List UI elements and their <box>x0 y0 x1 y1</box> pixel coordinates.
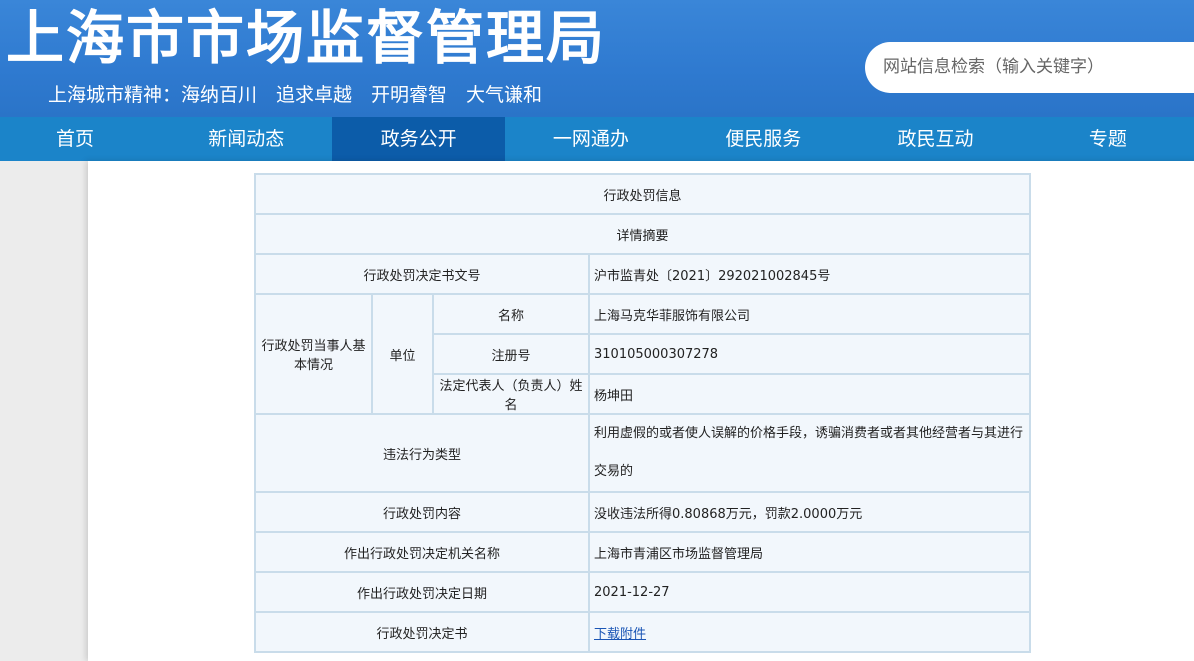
date-label: 作出行政处罚决定日期 <box>255 572 589 612</box>
nav-interaction[interactable]: 政民互动 <box>849 117 1021 161</box>
nav-online-services[interactable]: 一网通办 <box>505 117 677 161</box>
site-logo-title[interactable]: 上海市市场监督管理局 <box>6 0 606 76</box>
org-value: 上海市青浦区市场监督管理局 <box>589 532 1030 572</box>
name-value: 上海马克华菲服饰有限公司 <box>589 294 1030 334</box>
nav-topics[interactable]: 专题 <box>1022 117 1194 161</box>
org-label: 作出行政处罚决定机关名称 <box>255 532 589 572</box>
decision-doc-label: 行政处罚决定书 <box>255 612 589 652</box>
doc-no-value: 沪市监青处〔2021〕292021002845号 <box>589 254 1030 294</box>
content-label: 行政处罚内容 <box>255 492 589 532</box>
nav-news[interactable]: 新闻动态 <box>160 117 332 161</box>
penalty-info-table: 行政处罚信息 详情摘要 行政处罚决定书文号沪市监青处〔2021〕29202100… <box>254 173 1031 653</box>
rep-value: 杨坤田 <box>589 374 1030 414</box>
name-label: 名称 <box>433 294 589 334</box>
main-nav: 首页 新闻动态 政务公开 一网通办 便民服务 政民互动 专题 <box>0 117 1194 161</box>
doc-no-label: 行政处罚决定书文号 <box>255 254 589 294</box>
nav-gov-affairs[interactable]: 政务公开 <box>332 117 504 161</box>
type-value: 利用虚假的或者使人误解的价格手段，诱骗消费者或者其他经营者与其进行交易的 <box>589 414 1030 492</box>
date-value: 2021-12-27 <box>589 572 1030 612</box>
reg-value: 310105000307278 <box>589 334 1030 374</box>
city-slogan: 上海城市精神：海纳百川 追求卓越 开明睿智 大气谦和 <box>48 80 542 107</box>
search-input[interactable]: 网站信息检索（输入关键字） <box>865 42 1194 93</box>
nav-public-services[interactable]: 便民服务 <box>677 117 849 161</box>
site-header: 上海市市场监督管理局 上海城市精神：海纳百川 追求卓越 开明睿智 大气谦和 网站… <box>0 0 1194 117</box>
table-title: 行政处罚信息 <box>255 174 1030 214</box>
content-value: 没收违法所得0.80868万元，罚款2.0000万元 <box>589 492 1030 532</box>
rep-label: 法定代表人（负责人）姓名 <box>433 374 589 414</box>
table-subtitle: 详情摘要 <box>255 214 1030 254</box>
type-label: 违法行为类型 <box>255 414 589 492</box>
party-label: 行政处罚当事人基本情况 <box>255 294 372 414</box>
nav-home[interactable]: 首页 <box>0 117 160 161</box>
unit-label: 单位 <box>372 294 433 414</box>
download-attachment-link[interactable]: 下载附件 <box>594 627 646 642</box>
reg-label: 注册号 <box>433 334 589 374</box>
